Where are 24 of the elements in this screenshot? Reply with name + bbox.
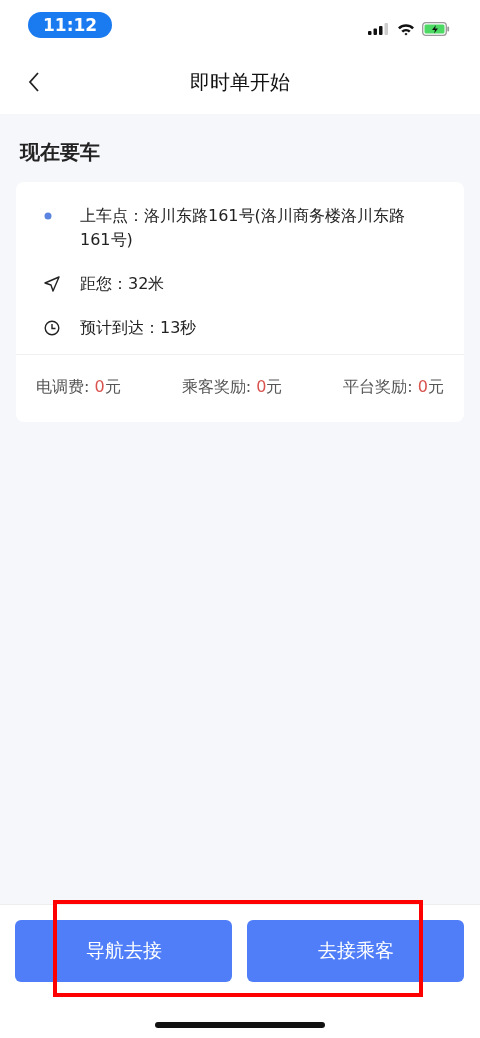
- status-time: 11:12: [28, 12, 113, 38]
- fee-unit: 元: [266, 377, 283, 398]
- fee-amount: 0: [417, 377, 428, 398]
- location-dot-icon: [44, 212, 52, 220]
- fee-label: 电调费:: [36, 377, 91, 398]
- fee-amount: 0: [94, 377, 105, 398]
- battery-icon: [422, 22, 450, 36]
- detail-text: 距您：32米: [80, 273, 165, 295]
- back-icon[interactable]: [28, 72, 40, 92]
- section-title: 现在要车: [18, 139, 101, 166]
- fee-label: 平台奖励:: [343, 377, 414, 398]
- clock-icon: [44, 320, 60, 336]
- action-button[interactable]: 导航去接: [15, 920, 232, 982]
- navigation-arrow-icon: [44, 276, 60, 292]
- page-title: 即时单开始: [190, 68, 290, 96]
- fee-label: 乘客奖励:: [181, 377, 253, 398]
- action-button[interactable]: 去接乘客: [247, 920, 464, 982]
- fee-amount: 0: [256, 377, 267, 398]
- wifi-icon: [397, 22, 415, 36]
- detail-text: 上车点：洛川东路161号(洛川商务楼洛川东路161号): [80, 205, 406, 251]
- signal-icon: [368, 23, 390, 35]
- fee-unit: 元: [428, 377, 444, 398]
- detail-text: 预计到达：13秒: [80, 317, 197, 339]
- fee-unit: 元: [104, 377, 121, 398]
